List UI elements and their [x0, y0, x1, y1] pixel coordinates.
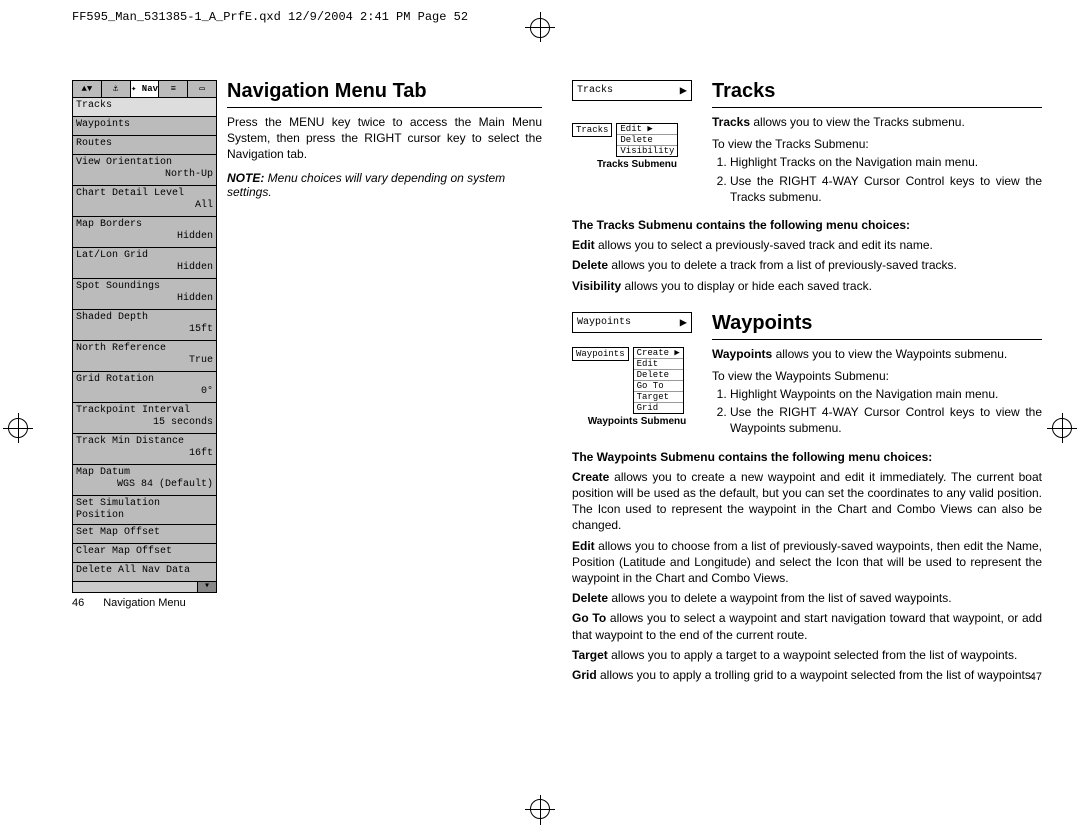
waypoints-grid-desc: Grid allows you to apply a trolling grid… [572, 667, 1042, 683]
submenu-option: Target [634, 392, 683, 403]
tracks-heading: Tracks [712, 80, 1042, 103]
nav-menu-item: Routes [72, 136, 217, 155]
nav-menu-item: Delete All Nav Data [72, 563, 217, 582]
tracks-box: Tracks▶ [572, 80, 692, 101]
tracks-visibility-desc: Visibility allows you to display or hide… [572, 278, 1042, 294]
submenu-option: Delete [617, 135, 677, 146]
tracks-edit-desc: Edit allows you to select a previously-s… [572, 237, 1042, 253]
nav-menu-item: Shaded Depth15ft [72, 310, 217, 341]
nav-tab: ▲▼ [73, 81, 102, 97]
right-arrow-icon: ▶ [680, 315, 687, 330]
nav-menu-item: Track Min Distance16ft [72, 434, 217, 465]
nav-tab: ≡ [159, 81, 188, 97]
navigation-menu-screenshot: ▲▼⚓✦ Nav≡▭ TracksWaypointsRoutesView Ori… [72, 80, 217, 593]
step-item: Use the RIGHT 4-WAY Cursor Control keys … [730, 404, 1042, 436]
nav-menu-item: Map BordersHidden [72, 217, 217, 248]
nav-menu-caption: Navigation Menu [72, 597, 217, 609]
nav-menu-item: Map DatumWGS 84 (Default) [72, 465, 217, 496]
tracks-choices-heading: The Tracks Submenu contains the followin… [572, 217, 1042, 233]
nav-menu-item: North ReferenceTrue [72, 341, 217, 372]
nav-menu-tab-note: NOTE: Menu choices will vary depending o… [227, 171, 542, 199]
nav-menu-tab-intro: Press the MENU key twice to access the M… [227, 114, 542, 163]
submenu-option: Go To [634, 381, 683, 392]
waypoints-steps: Highlight Waypoints on the Navigation ma… [730, 386, 1042, 437]
submenu-option: Visibility [617, 146, 677, 156]
waypoints-choices-heading: The Waypoints Submenu contains the follo… [572, 449, 1042, 465]
submenu-option: Create ▶ [634, 348, 683, 359]
waypoints-toview: To view the Waypoints Submenu: [712, 368, 1042, 384]
tracks-steps: Highlight Tracks on the Navigation main … [730, 154, 1042, 205]
page-46: ▲▼⚓✦ Nav≡▭ TracksWaypointsRoutesView Ori… [72, 80, 542, 609]
waypoints-intro: Waypoints allows you to view the Waypoin… [712, 346, 1042, 362]
waypoints-submenu-screenshot: Waypoints Create ▶EditDeleteGo ToTargetG… [572, 347, 702, 414]
submenu-option: Delete [634, 370, 683, 381]
submenu-option: Grid [634, 403, 683, 413]
crop-mark-top [540, 0, 541, 50]
page-number-right: 47 [1030, 671, 1042, 683]
nav-tab: ▭ [188, 81, 216, 97]
step-item: Highlight Tracks on the Navigation main … [730, 154, 1042, 170]
right-arrow-icon: ▶ [680, 83, 687, 98]
tracks-submenu-caption: Tracks Submenu [572, 159, 702, 170]
waypoints-target-desc: Target allows you to apply a target to a… [572, 647, 1042, 663]
nav-menu-item: Tracks [72, 98, 217, 117]
submenu-option: Edit ▶ [617, 124, 677, 135]
step-item: Use the RIGHT 4-WAY Cursor Control keys … [730, 173, 1042, 205]
page-number-left: 46 [72, 597, 84, 609]
waypoints-edit-desc: Edit allows you to choose from a list of… [572, 538, 1042, 587]
crop-mark-bottom [540, 787, 541, 837]
nav-menu-item: Waypoints [72, 117, 217, 136]
nav-menu-item: Set Simulation Position [72, 496, 217, 525]
waypoints-submenu-caption: Waypoints Submenu [572, 416, 702, 427]
waypoints-create-desc: Create allows you to create a new waypoi… [572, 469, 1042, 534]
waypoints-goto-desc: Go To allows you to select a waypoint an… [572, 610, 1042, 642]
crop-mark-left [8, 418, 28, 438]
page-47: Tracks▶ Tracks Edit ▶DeleteVisibility Tr… [572, 80, 1042, 683]
nav-menu-tab-heading: Navigation Menu Tab [227, 80, 542, 103]
nav-menu-item: View OrientationNorth-Up [72, 155, 217, 186]
step-item: Highlight Waypoints on the Navigation ma… [730, 386, 1042, 402]
scroll-down-icon: ▾ [197, 582, 216, 592]
tracks-submenu-screenshot: Tracks Edit ▶DeleteVisibility [572, 123, 702, 157]
tracks-intro: Tracks allows you to view the Tracks sub… [712, 114, 1042, 130]
file-header: FF595_Man_531385-1_A_PrfE.qxd 12/9/2004 … [72, 10, 468, 24]
nav-menu-item: Chart Detail LevelAll [72, 186, 217, 217]
waypoints-delete-desc: Delete allows you to delete a waypoint f… [572, 590, 1042, 606]
waypoints-box: Waypoints▶ [572, 312, 692, 333]
nav-menu-item: Clear Map Offset [72, 544, 217, 563]
nav-menu-item: Set Map Offset [72, 525, 217, 544]
nav-menu-item: Lat/Lon GridHidden [72, 248, 217, 279]
nav-menu-item: Spot SoundingsHidden [72, 279, 217, 310]
crop-mark-right [1052, 418, 1072, 438]
nav-tab: ✦ Nav [131, 81, 160, 97]
tracks-delete-desc: Delete allows you to delete a track from… [572, 257, 1042, 273]
tracks-toview: To view the Tracks Submenu: [712, 136, 1042, 152]
nav-menu-item: Grid Rotation0° [72, 372, 217, 403]
submenu-option: Edit [634, 359, 683, 370]
nav-tab: ⚓ [102, 81, 131, 97]
waypoints-heading: Waypoints [712, 312, 1042, 335]
nav-menu-item: Trackpoint Interval15 seconds [72, 403, 217, 434]
